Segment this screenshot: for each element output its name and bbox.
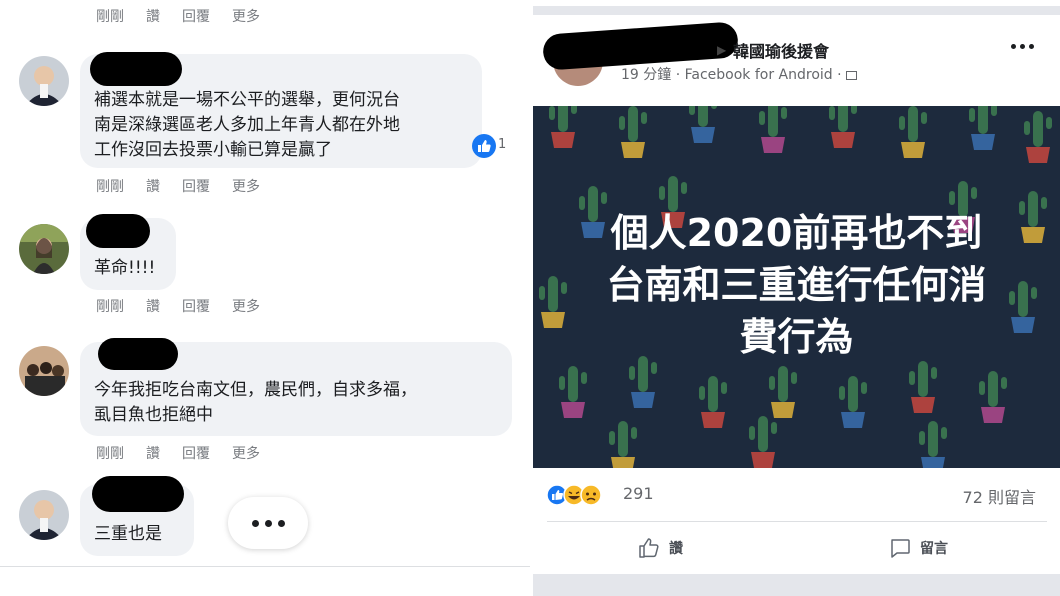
comment-text-line: 工作沒回去投票小輸已算是贏了 — [94, 140, 332, 160]
more-horizontal-icon[interactable] — [1011, 44, 1034, 49]
ellipsis-icon[interactable] — [228, 497, 308, 549]
more-link[interactable]: 更多 — [232, 296, 260, 316]
like-link[interactable]: 讚 — [146, 443, 160, 463]
comment-actions-2: 剛剛 讚 回覆 更多 — [96, 296, 282, 316]
comment-bubble: 今年我拒吃台南文但，農民們，自求多福， 虱目魚也拒絕中 — [80, 338, 512, 436]
comment-actions-0: 剛剛 讚 回覆 更多 — [96, 6, 282, 26]
avatar[interactable] — [19, 56, 69, 106]
comment-text-line: 虱目魚也拒絕中 — [94, 405, 213, 425]
comments-panel: 剛剛 讚 回覆 更多 補選本就是一場不公平的選舉，更何況台 南是深綠選區老人多加… — [0, 0, 530, 596]
audience-icon — [846, 70, 858, 80]
divider — [547, 521, 1047, 522]
group-name[interactable]: 韓國瑜後援會 — [733, 38, 829, 62]
timestamp: 剛剛 — [96, 299, 124, 315]
reply-link[interactable]: 回覆 — [182, 443, 210, 463]
like-button[interactable]: 讚 — [637, 536, 683, 560]
more-link[interactable]: 更多 — [232, 6, 260, 26]
comment-count[interactable]: 72 則留言 — [963, 484, 1036, 508]
comment-actions-3: 剛剛 讚 回覆 更多 — [96, 443, 282, 463]
reaction-count[interactable]: 291 — [623, 484, 654, 503]
post-meta-text: 19 分鐘 · Facebook for Android · — [621, 67, 847, 83]
post-meta: 19 分鐘 · Facebook for Android · — [621, 64, 858, 84]
avatar[interactable] — [19, 490, 69, 540]
more-link[interactable]: 更多 — [232, 176, 260, 196]
feed-separator — [533, 574, 1060, 596]
like-link[interactable]: 讚 — [146, 296, 160, 316]
post-panel: ▶ 韓國瑜後援會 19 分鐘 · Facebook for Android · — [533, 0, 1060, 596]
more-link[interactable]: 更多 — [232, 443, 260, 463]
redacted-name — [86, 214, 150, 248]
comment-text-line: 補選本就是一場不公平的選舉，更何況台 — [94, 90, 400, 110]
comment-actions-1: 剛剛 讚 回覆 更多 — [96, 176, 282, 196]
redacted-name — [92, 476, 184, 512]
sad-reaction-icon — [580, 484, 602, 506]
avatar[interactable] — [19, 224, 69, 274]
comment-text-line: 南是深綠選區老人多加上年青人都在外地 — [94, 115, 400, 135]
comment-bubble: 三重也是 — [80, 476, 194, 556]
reply-link[interactable]: 回覆 — [182, 176, 210, 196]
comment-icon — [891, 539, 910, 558]
redacted-name — [98, 338, 178, 370]
reply-link[interactable]: 回覆 — [182, 6, 210, 26]
comment-button[interactable]: 留言 — [888, 536, 948, 560]
comment-bubble: 革命!!!! — [80, 214, 176, 290]
redacted-name — [90, 52, 182, 86]
like-link[interactable]: 讚 — [146, 176, 160, 196]
reaction-icons[interactable] — [546, 484, 612, 506]
post-image[interactable]: 個人2020前再也不到 台南和三重進行任何消 費行為 — [533, 106, 1060, 468]
comment-bubble: 補選本就是一場不公平的選舉，更何況台 南是深綠選區老人多加上年青人都在外地 工作… — [80, 52, 482, 168]
caret-right-icon: ▶ — [717, 43, 727, 57]
timestamp: 剛剛 — [96, 9, 124, 25]
feed-separator — [533, 6, 1060, 15]
like-count: 1 — [498, 137, 507, 152]
like-link[interactable]: 讚 — [146, 6, 160, 26]
comment-label: 留言 — [920, 541, 948, 557]
timestamp: 剛剛 — [96, 179, 124, 195]
reply-link[interactable]: 回覆 — [182, 296, 210, 316]
comment-text-line: 革命!!!! — [94, 258, 156, 278]
divider — [0, 566, 530, 567]
timestamp: 剛剛 — [96, 446, 124, 462]
like-label: 讚 — [669, 541, 683, 557]
post-image-text-line: 個人2020前再也不到 — [610, 211, 983, 255]
like-reaction-icon[interactable] — [472, 134, 496, 158]
avatar[interactable] — [19, 346, 69, 396]
comment-text-line: 三重也是 — [94, 524, 162, 544]
thumbs-up-icon — [639, 538, 659, 558]
post-image-text-line: 台南和三重進行任何消 — [606, 263, 987, 307]
post-image-text-line: 費行為 — [739, 315, 854, 359]
comment-text-line: 今年我拒吃台南文但，農民們，自求多福， — [94, 380, 417, 400]
